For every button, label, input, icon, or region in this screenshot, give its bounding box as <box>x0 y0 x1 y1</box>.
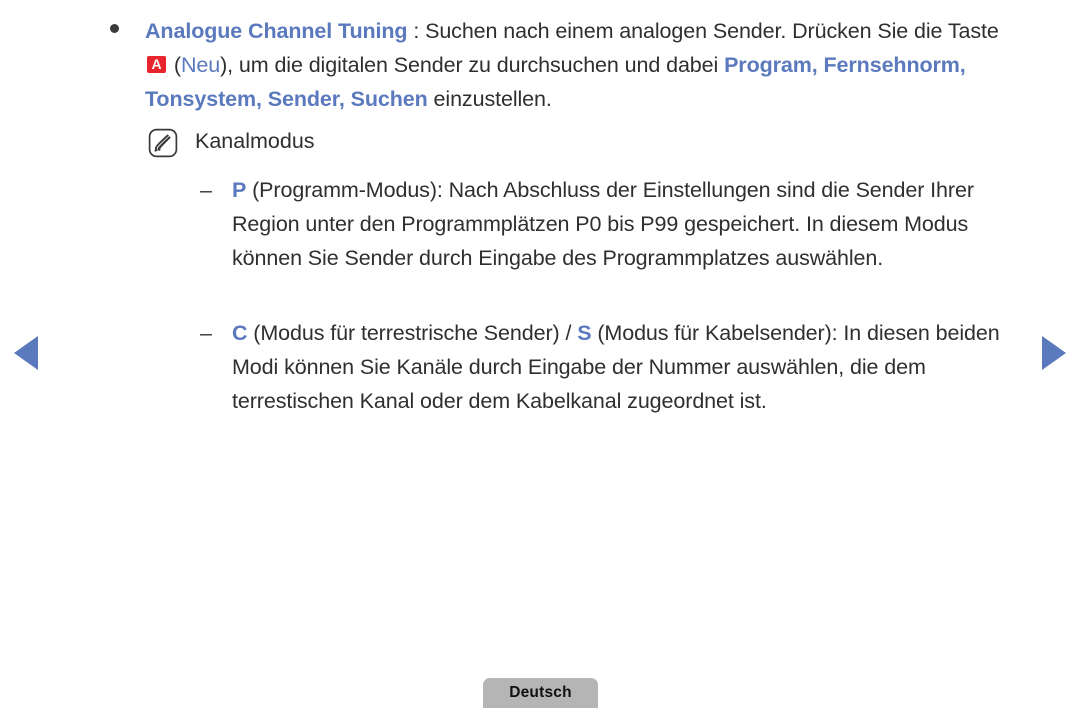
note-pen-icon <box>148 128 178 158</box>
bullet-marker-icon <box>110 24 119 33</box>
mode-code-p: P <box>232 178 247 202</box>
bullet-text-after-key: ), um die digitalen Sender zu durchsuche… <box>220 53 725 77</box>
list-item: – C (Modus für terrestrische Sender) / S… <box>200 316 1030 418</box>
list-item-text: C (Modus für terrestrische Sender) / S (… <box>232 316 1030 418</box>
mode-code-c: C <box>232 321 248 345</box>
bullet-text-tail: einzustellen. <box>427 87 552 111</box>
paren-open: ( <box>168 53 181 77</box>
list-item: – P (Programm-Modus): Nach Abschluss der… <box>200 173 1030 275</box>
key-name-label: Neu <box>180 53 221 77</box>
previous-page-arrow-icon[interactable] <box>14 336 38 370</box>
manual-page: Analogue Channel Tuning : Suchen nach ei… <box>0 0 1080 708</box>
red-key-a-icon: A <box>147 56 166 73</box>
feature-title: Analogue Channel Tuning <box>145 19 408 43</box>
dash-marker: – <box>200 178 212 202</box>
dash-marker: – <box>200 321 212 345</box>
note-label: Kanalmodus <box>195 129 315 153</box>
next-page-arrow-icon[interactable] <box>1042 336 1066 370</box>
mode-code-s: S <box>577 321 592 345</box>
bullet-text-after-title: : Suchen nach einem analogen Sender. Drü… <box>407 19 999 43</box>
list-item-text: P (Programm-Modus): Nach Abschluss der E… <box>232 173 1030 275</box>
note-row: Kanalmodus <box>148 126 315 158</box>
mode-description-c: (Modus für terrestrische Sender) / <box>247 321 578 345</box>
mode-description-p: (Programm-Modus): Nach Abschluss der Ein… <box>232 178 974 270</box>
language-button[interactable]: Deutsch <box>483 678 598 708</box>
bullet-paragraph: Analogue Channel Tuning : Suchen nach ei… <box>145 14 1025 116</box>
